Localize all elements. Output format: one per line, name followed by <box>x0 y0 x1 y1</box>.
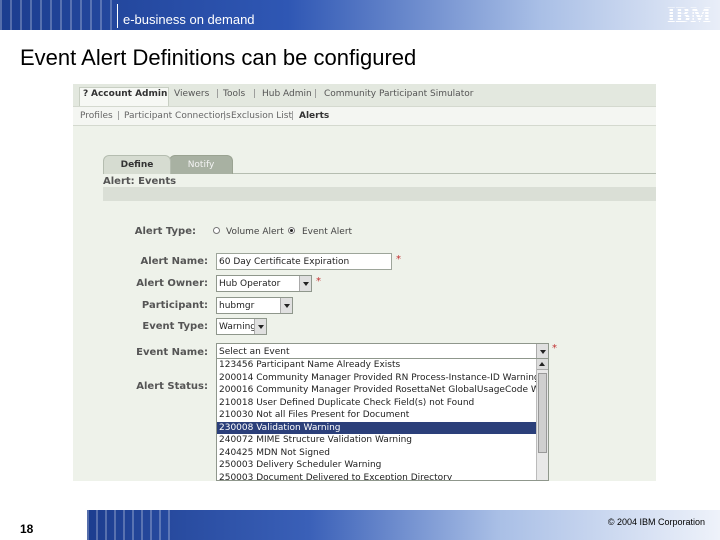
participant-label: Participant: <box>141 300 208 311</box>
secondary-nav: Profiles | Participant Connections | Exc… <box>73 106 656 126</box>
nav-tools[interactable]: Tools <box>223 89 245 99</box>
section-bar <box>103 187 656 201</box>
volume-alert-radio[interactable] <box>213 227 220 234</box>
copyright: © 2004 IBM Corporation <box>607 517 705 527</box>
required-marker: * <box>316 276 321 287</box>
participant-value: hubmgr <box>219 301 255 311</box>
banner-divider <box>117 4 118 28</box>
nav-separator: | <box>117 111 121 121</box>
subnav-profiles[interactable]: Profiles <box>80 111 113 121</box>
alert-name-label: Alert Name: <box>140 256 208 267</box>
list-item[interactable]: 210030 Not all Files Present for Documen… <box>217 409 537 422</box>
chevron-down-icon <box>254 319 266 334</box>
section-title: Alert: Events <box>103 176 177 187</box>
slide-title: Event Alert Definitions can be configure… <box>20 45 417 70</box>
tagline: e-business on demand <box>123 12 255 27</box>
list-item[interactable]: 250003 Document Delivered to Exception D… <box>217 472 537 481</box>
nav-separator: | <box>216 89 220 99</box>
app-screenshot: ? Account Admin Viewers | Tools | Hub Ad… <box>73 84 656 481</box>
alert-owner-value: Hub Operator <box>219 279 281 289</box>
volume-alert-label: Volume Alert <box>226 227 284 237</box>
tab-notify[interactable]: Notify <box>169 155 233 174</box>
event-dropdown-list[interactable]: 123456 Participant Name Already Exists 2… <box>216 358 549 481</box>
nav-separator: | <box>314 89 318 99</box>
svg-text:IBM: IBM <box>667 3 711 25</box>
required-marker: * <box>396 254 401 265</box>
nav-hub-admin[interactable]: Hub Admin <box>262 89 312 99</box>
subnav-exclusion-list[interactable]: Exclusion List <box>231 111 292 121</box>
nav-viewers[interactable]: Viewers <box>174 89 209 99</box>
list-item[interactable]: 123456 Participant Name Already Exists <box>217 359 537 372</box>
scroll-up-icon[interactable] <box>537 359 548 370</box>
footer-pattern <box>87 510 177 540</box>
subnav-participant-connections[interactable]: Participant Connections <box>124 111 231 121</box>
chevron-down-icon <box>280 298 292 313</box>
list-item[interactable]: 250003 Delivery Scheduler Warning <box>217 459 537 472</box>
event-type-select[interactable]: Warning <box>216 318 267 335</box>
list-item[interactable]: 240072 MIME Structure Validation Warning <box>217 434 537 447</box>
required-marker: * <box>552 343 557 354</box>
list-item[interactable]: 200014 Community Manager Provided RN Pro… <box>217 372 537 385</box>
nav-community-participant-simulator[interactable]: Community Participant Simulator <box>324 89 473 99</box>
event-type-value: Warning <box>219 322 257 332</box>
ibm-logo: IBM <box>667 3 711 25</box>
list-item[interactable]: 240425 MDN Not Signed <box>217 447 537 460</box>
list-item[interactable]: 200016 Community Manager Provided Rosett… <box>217 384 537 397</box>
alert-owner-select[interactable]: Hub Operator <box>216 275 312 292</box>
nav-account-admin[interactable]: Account Admin <box>91 89 167 99</box>
banner-pattern <box>0 0 120 30</box>
list-item-selected[interactable]: 230008 Validation Warning <box>217 421 537 434</box>
alert-owner-label: Alert Owner: <box>136 278 208 289</box>
nav-separator: | <box>223 111 227 121</box>
tab-define[interactable]: Define <box>103 155 171 174</box>
page-number: 18 <box>20 522 34 536</box>
event-name-label: Event Name: <box>136 347 208 358</box>
event-type-label: Event Type: <box>142 321 208 332</box>
chevron-down-icon <box>299 276 311 291</box>
primary-nav: ? Account Admin Viewers | Tools | Hub Ad… <box>73 84 656 106</box>
participant-select[interactable]: hubmgr <box>216 297 293 314</box>
alert-status-label: Alert Status: <box>136 381 208 392</box>
subnav-alerts[interactable]: Alerts <box>299 111 329 121</box>
footer-banner: © 2004 IBM Corporation <box>87 510 720 540</box>
event-alert-label: Event Alert <box>302 227 353 237</box>
list-item[interactable]: 210018 User Defined Duplicate Check Fiel… <box>217 397 537 410</box>
nav-separator: | <box>291 111 295 121</box>
list-scrollbar[interactable] <box>536 359 548 480</box>
chevron-down-icon <box>536 344 548 359</box>
event-alert-radio[interactable] <box>288 227 295 234</box>
nav-active-marker: ? <box>83 89 89 99</box>
event-name-value: Select an Event <box>219 347 290 357</box>
header-banner: e-business on demand IBM <box>0 0 720 30</box>
alert-type-label: Alert Type: <box>134 226 196 237</box>
nav-separator: | <box>253 89 257 99</box>
scroll-thumb[interactable] <box>538 373 547 453</box>
alert-name-input[interactable]: 60 Day Certificate Expiration <box>216 253 392 270</box>
